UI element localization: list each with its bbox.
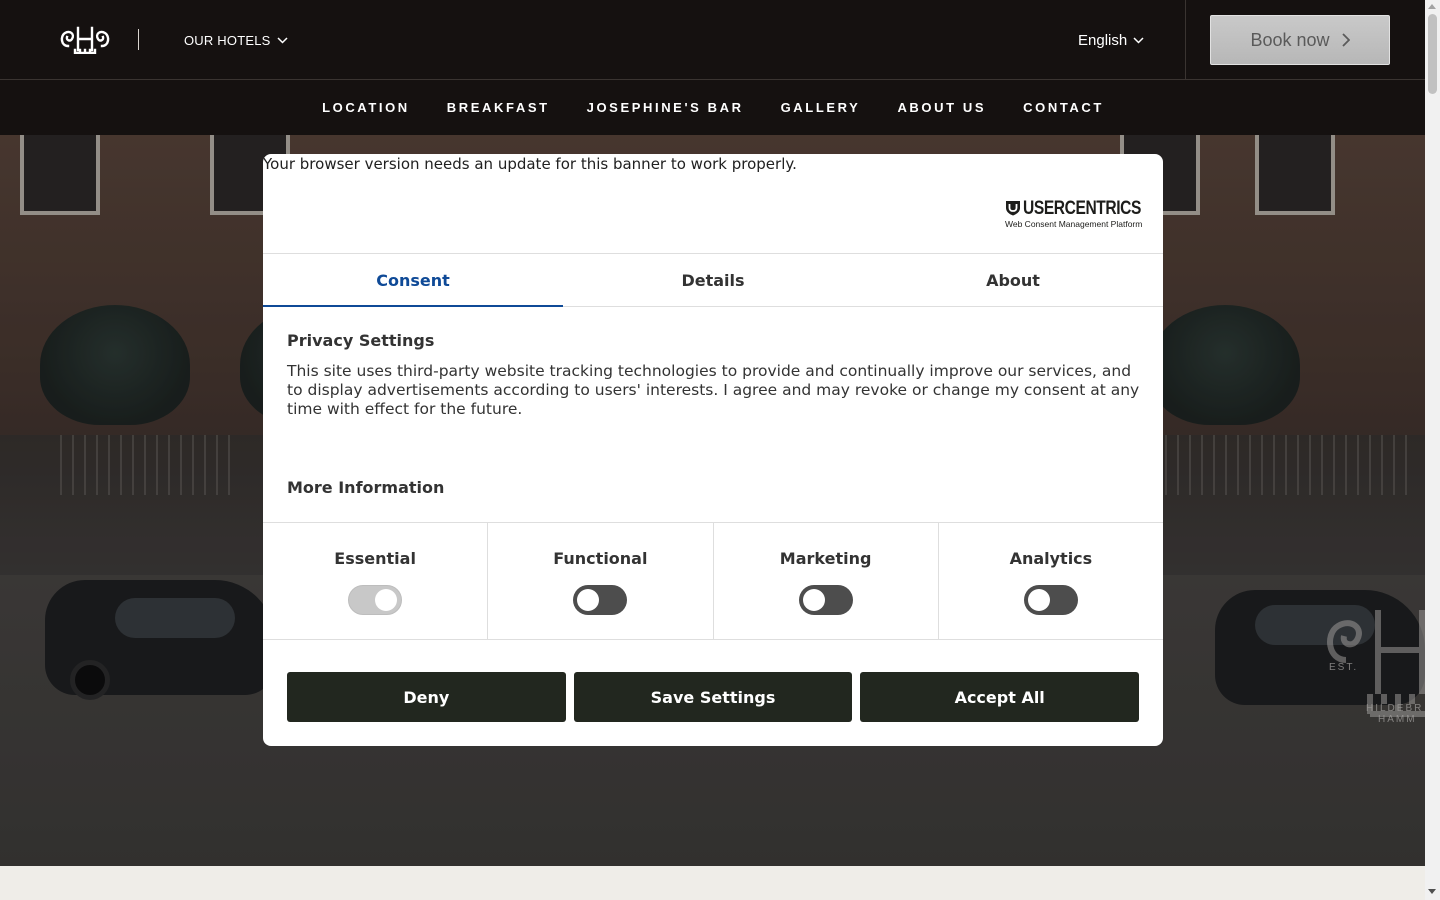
our-hotels-dropdown[interactable]: OUR HOTELS <box>184 31 288 49</box>
main-nav: LOCATION BREAKFAST JOSEPHINE'S BAR GALLE… <box>0 80 1425 135</box>
category-essential: Essential <box>263 523 489 639</box>
nav-gallery[interactable]: GALLERY <box>762 100 879 115</box>
watermark-name-line: HAMM <box>1378 714 1417 725</box>
top-header: OUR HOTELS English Book now <box>0 0 1425 80</box>
nav-contact[interactable]: CONTACT <box>1004 100 1122 115</box>
shield-icon <box>1006 201 1020 216</box>
save-settings-button[interactable]: Save Settings <box>573 672 853 722</box>
category-label: Analytics <box>1009 549 1093 568</box>
language-label: English <box>1078 31 1128 49</box>
category-label: Marketing <box>779 549 872 568</box>
tab-details[interactable]: Details <box>563 254 863 306</box>
category-marketing: Marketing <box>714 523 939 639</box>
logo-divider <box>138 29 139 50</box>
our-hotels-label: OUR HOTELS <box>184 32 271 48</box>
privacy-settings-title: Privacy Settings <box>287 331 435 350</box>
nav-about-us[interactable]: ABOUT US <box>878 100 1004 115</box>
accept-all-button[interactable]: Accept All <box>860 672 1140 722</box>
page-scrollbar[interactable] <box>1425 0 1440 900</box>
hotel-logo-icon[interactable] <box>58 24 112 54</box>
scroll-down-arrow-icon[interactable] <box>1428 889 1436 894</box>
more-information-link[interactable]: More Information <box>287 478 444 497</box>
consent-actions: Deny Save Settings Accept All <box>287 672 1140 722</box>
scroll-up-arrow-icon[interactable] <box>1428 4 1436 9</box>
category-label: Functional <box>553 549 648 568</box>
functional-toggle[interactable] <box>573 585 628 615</box>
consent-tabs: Consent Details About <box>263 253 1163 307</box>
category-analytics: Analytics <box>939 523 1163 639</box>
nav-location[interactable]: LOCATION <box>303 100 428 115</box>
watermark-name-text: HILDEBR HAMM <box>1366 703 1423 725</box>
watermark-est-text: EST. <box>1329 662 1359 673</box>
chevron-down-icon <box>276 36 288 44</box>
consent-categories: Essential Functional Marketing Analytics <box>263 522 1163 640</box>
watermark-name-line: HILDEBR <box>1366 703 1424 714</box>
tab-consent[interactable]: Consent <box>263 254 563 307</box>
deny-button[interactable]: Deny <box>287 672 566 722</box>
analytics-toggle[interactable] <box>1023 585 1078 615</box>
chevron-right-icon <box>1341 33 1350 47</box>
header-divider <box>1185 0 1186 80</box>
nav-josephines-bar[interactable]: JOSEPHINE'S BAR <box>568 100 762 115</box>
usercentrics-wordmark: USERCENTRICS <box>1023 198 1142 219</box>
usercentrics-logo: USERCENTRICS Web Consent Management Plat… <box>1005 198 1142 232</box>
category-label: Essential <box>334 549 416 568</box>
browser-update-note: Your browser version needs an update for… <box>263 155 797 173</box>
tab-about[interactable]: About <box>863 254 1163 306</box>
consent-dialog: Your browser version needs an update for… <box>263 154 1163 746</box>
category-functional: Functional <box>488 523 714 639</box>
privacy-settings-text: This site uses third-party website track… <box>287 362 1140 418</box>
book-now-label: Book now <box>1250 29 1330 50</box>
language-selector[interactable]: English <box>1078 29 1144 51</box>
book-now-button[interactable]: Book now <box>1210 15 1390 65</box>
marketing-toggle[interactable] <box>798 585 853 615</box>
scrollbar-thumb[interactable] <box>1428 14 1437 94</box>
chevron-down-icon <box>1133 36 1144 44</box>
usercentrics-tagline: Web Consent Management Platform <box>1005 219 1143 229</box>
essential-toggle <box>348 585 403 615</box>
nav-breakfast[interactable]: BREAKFAST <box>428 100 568 115</box>
